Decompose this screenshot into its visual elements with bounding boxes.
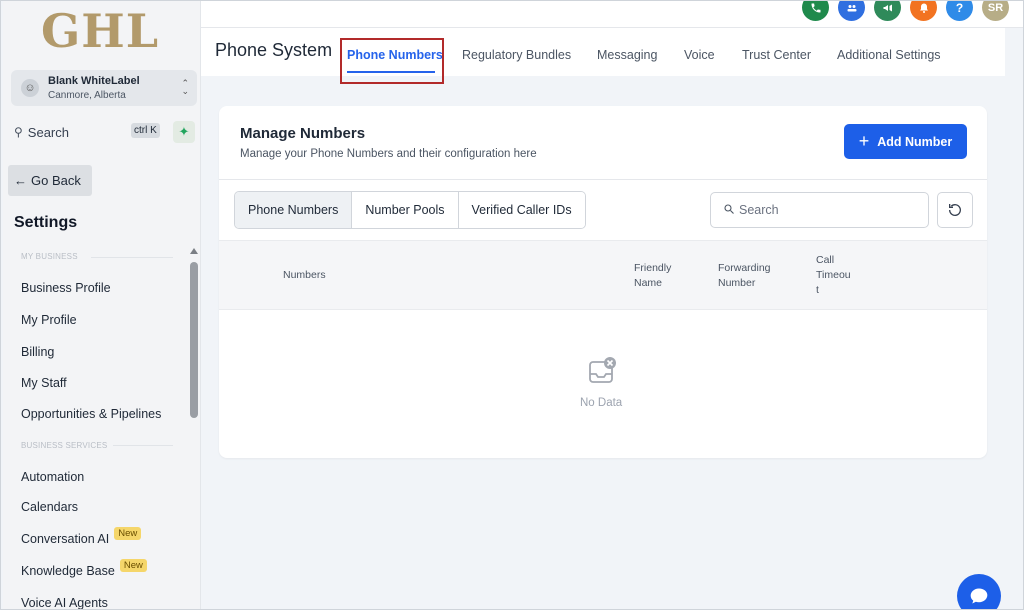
column-header-text: Friendly	[634, 262, 672, 274]
account-avatar-icon: ☺	[21, 79, 39, 97]
refresh-button[interactable]	[937, 192, 973, 228]
tab-additional-settings[interactable]: Additional Settings	[837, 48, 941, 62]
column-header-numbers[interactable]: Numbers	[283, 268, 326, 283]
column-header-text: t	[816, 284, 819, 296]
sidebar-item-business-profile[interactable]: Business Profile	[21, 281, 111, 295]
sidebar-item-label: Knowledge Base	[21, 564, 115, 578]
search-input[interactable]: Search	[710, 192, 929, 228]
section-label-business-services: BUSINESS SERVICES	[21, 441, 108, 450]
search-icon	[723, 203, 735, 218]
column-header-text: Timeou	[816, 269, 851, 281]
tab-messaging[interactable]: Messaging	[597, 48, 657, 62]
new-badge: New	[119, 558, 147, 572]
segment-phone-numbers[interactable]: Phone Numbers	[235, 192, 353, 228]
scroll-up-arrow-icon[interactable]	[190, 248, 198, 254]
top-icons: ? SR	[802, 0, 1009, 21]
sidebar-item-conversation-ai[interactable]: Conversation AI New	[21, 526, 142, 546]
chevron-up-down-icon: ⌃ ⌄	[181, 78, 189, 96]
sidebar-item-calendars[interactable]: Calendars	[21, 500, 78, 514]
sparkle-icon[interactable]: ✦	[173, 121, 195, 143]
tab-regulatory-bundles[interactable]: Regulatory Bundles	[462, 48, 571, 62]
sidebar-item-label: Conversation AI	[21, 532, 110, 546]
user-avatar[interactable]: SR	[982, 0, 1009, 21]
add-number-button[interactable]: + Add Number	[844, 124, 967, 159]
tab-voice[interactable]: Voice	[684, 48, 715, 62]
number-type-segmented-control: Phone Numbers Number Pools Verified Call…	[234, 191, 586, 229]
column-header-call-timeout[interactable]: Call Timeou t	[816, 253, 851, 298]
megaphone-icon[interactable]	[874, 0, 901, 21]
section-label-my-business: MY BUSINESS	[21, 252, 78, 261]
bell-icon[interactable]	[910, 0, 937, 21]
phone-system-nav: Phone System Phone Numbers Regulatory Bu…	[201, 28, 1005, 84]
settings-title: Settings	[14, 214, 78, 231]
account-location: Canmore, Alberta	[48, 90, 126, 101]
card-subtitle: Manage your Phone Numbers and their conf…	[240, 148, 537, 160]
phone-icon[interactable]	[802, 0, 829, 21]
sidebar-item-label: Voice AI Agents	[21, 596, 108, 610]
sidebar-item-opportunities[interactable]: Opportunities & Pipelines	[21, 407, 161, 421]
go-back-label: Go Back	[31, 173, 81, 188]
sidebar-scrollbar[interactable]	[189, 248, 199, 610]
sidebar-search-label: Search	[27, 124, 69, 140]
column-header-text: Forwarding	[718, 262, 771, 274]
sidebar-item-knowledge-base[interactable]: Knowledge Base New	[21, 558, 147, 578]
sidebar-item-my-staff[interactable]: My Staff	[21, 376, 67, 390]
sidebar-item-label: Billing	[21, 345, 55, 359]
scrollbar-thumb[interactable]	[190, 262, 198, 418]
new-badge: New	[114, 526, 142, 540]
card-divider	[219, 179, 987, 180]
column-header-text: Name	[634, 277, 663, 289]
sidebar-item-label: Business Profile	[21, 281, 111, 295]
empty-state-text: No Data	[580, 397, 623, 409]
card-title: Manage Numbers	[240, 125, 366, 142]
sidebar-item-automation[interactable]: Automation	[21, 470, 84, 484]
chat-bubble-icon	[970, 588, 988, 604]
add-number-label: Add Number	[877, 134, 953, 149]
segment-verified-caller-ids[interactable]: Verified Caller IDs	[458, 192, 585, 228]
manage-numbers-card: Manage Numbers Manage your Phone Numbers…	[219, 106, 987, 458]
account-switcher[interactable]: ☺ Blank WhiteLabel Canmore, Alberta ⌃ ⌄	[11, 70, 197, 106]
tab-trust-center[interactable]: Trust Center	[742, 48, 811, 62]
search-placeholder: Search	[739, 203, 779, 217]
table-header: Numbers Friendly Name Forwarding Number …	[219, 240, 987, 310]
section-divider	[113, 445, 173, 446]
sidebar-item-label: My Profile	[21, 313, 77, 327]
column-header-text: Call	[816, 254, 835, 266]
top-bar: ? SR	[201, 0, 1023, 28]
sidebar: GHL ☺ Blank WhiteLabel Canmore, Alberta …	[3, 0, 201, 610]
column-header-friendly-name[interactable]: Friendly Name	[634, 261, 671, 291]
sidebar-item-billing[interactable]: Billing	[21, 345, 54, 359]
help-icon[interactable]: ?	[946, 0, 973, 21]
page-title: Phone System	[215, 40, 333, 60]
search-icon: ⚲	[14, 125, 23, 139]
highlight-annotation	[340, 38, 444, 84]
refresh-icon	[949, 204, 961, 216]
go-back-button[interactable]: ← Go Back	[8, 165, 92, 196]
sidebar-item-my-profile[interactable]: My Profile	[21, 313, 77, 327]
sidebar-search[interactable]: ⚲ Search ctrl K	[14, 122, 166, 142]
contacts-icon[interactable]	[838, 0, 865, 21]
column-header-forwarding-number[interactable]: Forwarding Number	[718, 261, 771, 291]
sidebar-item-label: Automation	[21, 470, 85, 484]
plus-icon: +	[858, 131, 870, 151]
sidebar-item-label: Opportunities & Pipelines	[21, 407, 162, 421]
arrow-left-icon: ←	[14, 173, 27, 188]
empty-inbox-icon	[588, 356, 618, 386]
search-shortcut-badge: ctrl K	[131, 123, 160, 138]
account-name: Blank WhiteLabel	[48, 75, 140, 87]
sidebar-item-label: Calendars	[21, 500, 78, 514]
segment-number-pools[interactable]: Number Pools	[352, 192, 459, 228]
section-divider	[91, 257, 173, 258]
column-header-text: Number	[718, 277, 756, 289]
sidebar-item-label: My Staff	[21, 376, 67, 390]
sidebar-item-voice-ai-agents[interactable]: Voice AI Agents	[21, 596, 108, 610]
company-logo[interactable]: GHL	[41, 4, 159, 58]
chat-widget-button[interactable]	[957, 574, 1001, 610]
